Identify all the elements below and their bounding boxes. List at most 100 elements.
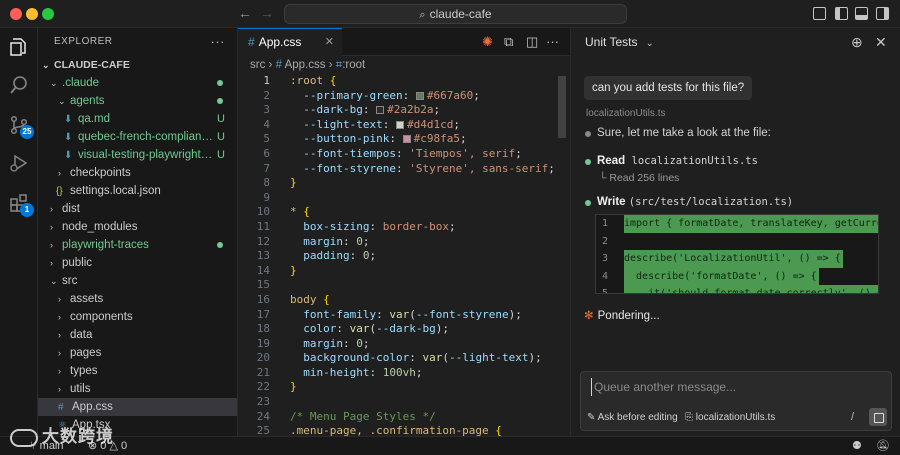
line-number: 21 bbox=[256, 365, 270, 379]
line-number: 1 bbox=[263, 74, 270, 87]
pondering-status: ✻ Pondering... bbox=[584, 308, 660, 322]
tree-folder-agents[interactable]: ⌄ agents bbox=[38, 92, 237, 110]
code-token: --light-text bbox=[448, 351, 529, 365]
open-changes-icon[interactable]: ⧉ bbox=[504, 34, 513, 50]
code-line: 24 /* Menu Page Styles */ bbox=[238, 410, 571, 425]
tree-file-app-css[interactable]: # App.css bbox=[38, 398, 237, 416]
tool-write-label: Write bbox=[597, 196, 626, 208]
close-window-button[interactable] bbox=[10, 8, 22, 20]
more-actions-icon[interactable]: ··· bbox=[211, 28, 226, 56]
toggle-primary-sidebar-icon[interactable] bbox=[835, 7, 848, 20]
chevron-down-icon[interactable]: ⌄ bbox=[645, 38, 653, 49]
tree-folder-node-modules[interactable]: › node_modules bbox=[38, 218, 237, 236]
code-line: 12 margin: 0; bbox=[238, 235, 571, 250]
css-file-icon: # bbox=[248, 35, 255, 49]
tree-root-claude-cafe[interactable]: ⌄ CLAUDE-CAFE bbox=[38, 56, 237, 74]
chevron-right-icon: › bbox=[50, 240, 53, 250]
editor-scrollbar[interactable] bbox=[558, 76, 566, 138]
attached-file-chip[interactable]: ⎘ localizationUtils.ts bbox=[685, 412, 775, 423]
tree-label: dist bbox=[62, 203, 80, 215]
tree-file-quebec-french[interactable]: ⬇ quebec-french-complian… U bbox=[38, 128, 237, 146]
minimize-window-button[interactable] bbox=[26, 8, 38, 20]
tab-app-css[interactable]: # App.css ✕ bbox=[238, 28, 342, 56]
line-number: 15 bbox=[256, 278, 270, 292]
tree-folder-claude[interactable]: ⌄ .claude bbox=[38, 74, 237, 92]
code-token: border-box bbox=[382, 219, 449, 233]
tree-file-qa-md[interactable]: ⬇ qa.md U bbox=[38, 110, 237, 128]
tree-folder-public[interactable]: › public bbox=[38, 254, 237, 272]
code-token: --dark-bg bbox=[303, 103, 363, 117]
slash-command-button[interactable]: / bbox=[851, 411, 854, 423]
stop-button[interactable] bbox=[869, 408, 887, 426]
code-editor[interactable]: 1:root { 2 --primary-green: #667a60; 3 -… bbox=[238, 74, 571, 436]
pondering-text: Pondering... bbox=[597, 310, 660, 322]
close-panel-icon[interactable]: ✕ bbox=[875, 28, 887, 56]
queue-message-input[interactable] bbox=[591, 378, 871, 396]
extensions-icon[interactable]: 1 bbox=[8, 192, 34, 217]
tree-label: utils bbox=[70, 383, 91, 395]
color-swatch[interactable] bbox=[415, 91, 424, 100]
diff-line-number: 2 bbox=[602, 235, 609, 247]
diff-preview[interactable]: 1 import { formatDate, translateKey, getC… bbox=[595, 214, 879, 294]
explorer-files-icon[interactable] bbox=[8, 36, 30, 58]
tree-file-settings-json[interactable]: {} settings.local.json bbox=[38, 182, 237, 200]
code-token: /* Menu Page Styles */ bbox=[290, 409, 436, 423]
copilot-icon[interactable]: ⚉ bbox=[852, 439, 862, 454]
tree-folder-dist[interactable]: › dist bbox=[38, 200, 237, 218]
toggle-secondary-sidebar-icon[interactable] bbox=[876, 7, 889, 20]
tool-read-file[interactable]: localizationUtils.ts bbox=[632, 155, 758, 167]
modified-dot-icon bbox=[217, 242, 223, 248]
code-token: #d4d1cd bbox=[406, 117, 454, 131]
toggle-panel-icon[interactable] bbox=[855, 7, 868, 20]
tree-folder-pages[interactable]: › pages bbox=[38, 344, 237, 362]
diff-line: 1 import { formatDate, translateKey, getC… bbox=[596, 215, 878, 233]
tree-folder-src[interactable]: ⌄ src bbox=[38, 272, 237, 290]
tree-label: pages bbox=[70, 347, 102, 359]
breadcrumb-folder[interactable]: src bbox=[250, 59, 265, 71]
breadcrumb-file[interactable]: App.css bbox=[285, 59, 326, 71]
back-arrow-icon[interactable]: ← bbox=[238, 5, 252, 21]
customize-layout-icon[interactable] bbox=[813, 7, 826, 20]
tree-folder-playwright-traces[interactable]: › playwright-traces bbox=[38, 236, 237, 254]
tool-read-detail: └ Read 256 lines bbox=[599, 172, 679, 184]
run-debug-icon[interactable] bbox=[8, 152, 30, 174]
color-swatch[interactable] bbox=[395, 120, 404, 129]
diff-line-number: 3 bbox=[602, 253, 609, 264]
notifications-muted-icon[interactable]: 🔕︎ bbox=[876, 439, 890, 454]
tree-folder-components[interactable]: › components bbox=[38, 308, 237, 326]
tree-folder-checkpoints[interactable]: › checkpoints bbox=[38, 164, 237, 182]
attached-file-label: localizationUtils.ts bbox=[695, 412, 776, 423]
tree-folder-assets[interactable]: › assets bbox=[38, 290, 237, 308]
json-file-icon: {} bbox=[56, 186, 63, 197]
chat-title-dropdown[interactable]: Unit Tests bbox=[585, 35, 637, 49]
code-line: 10 * { bbox=[238, 205, 571, 220]
command-center-search[interactable]: ⌕ claude-cafe bbox=[284, 4, 627, 24]
chevron-right-icon: › bbox=[58, 384, 61, 394]
code-token: --font-styrene bbox=[415, 307, 509, 321]
color-swatch[interactable] bbox=[402, 135, 411, 144]
breadcrumb-symbol[interactable]: :root bbox=[342, 59, 365, 71]
tree-folder-utils[interactable]: › utils bbox=[38, 380, 237, 398]
more-actions-icon[interactable]: ··· bbox=[546, 34, 559, 49]
tree-folder-types[interactable]: › types bbox=[38, 362, 237, 380]
code-token: #667a60 bbox=[426, 88, 474, 102]
zoom-window-button[interactable] bbox=[42, 8, 54, 20]
tree-label: node_modules bbox=[62, 221, 138, 233]
claude-spark-icon[interactable]: ✺ bbox=[482, 34, 493, 50]
tool-write-path[interactable]: (src/test/localization.ts) bbox=[629, 196, 793, 208]
close-tab-icon[interactable]: ✕ bbox=[325, 29, 334, 55]
new-chat-icon[interactable]: ⊕ bbox=[851, 28, 863, 56]
diff-code: import { formatDate, translateKey, getCu… bbox=[624, 215, 878, 233]
tree-label: qa.md bbox=[78, 113, 110, 125]
color-swatch[interactable] bbox=[376, 106, 385, 115]
search-icon[interactable] bbox=[8, 74, 30, 96]
split-editor-icon[interactable]: ◫ bbox=[526, 34, 538, 50]
markdown-file-icon: ⬇ bbox=[64, 114, 73, 125]
activity-bar: 25 1 bbox=[0, 28, 38, 436]
diff-code: describe('formatDate', () => { bbox=[624, 267, 819, 285]
tree-folder-data[interactable]: › data bbox=[38, 326, 237, 344]
forward-arrow-icon[interactable]: → bbox=[260, 5, 274, 21]
source-control-icon[interactable]: 25 bbox=[8, 114, 34, 139]
tree-file-visual-testing[interactable]: ⬇ visual-testing-playwright… U bbox=[38, 146, 237, 164]
ask-before-editing-toggle[interactable]: ✎ Ask before editing bbox=[587, 412, 678, 423]
